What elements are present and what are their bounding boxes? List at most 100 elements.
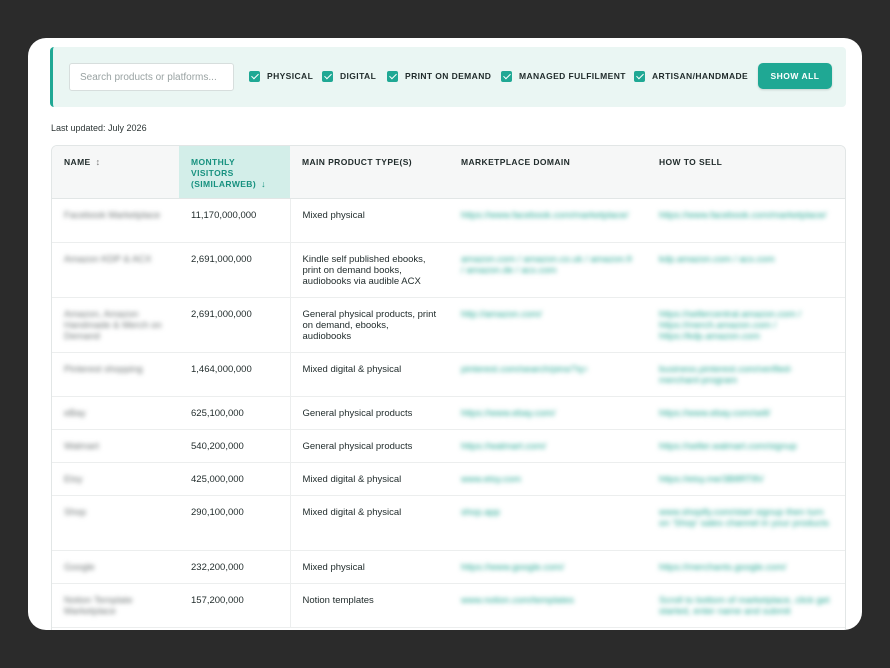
table-row: Amazon KDP & ACX 2,691,000,000 Kindle se… bbox=[52, 242, 845, 298]
filter-label: DIGITAL bbox=[340, 71, 377, 81]
platform-name: eBay bbox=[64, 407, 86, 419]
cell-how-to-sell: www.shopify.com/start signup then turn o… bbox=[647, 495, 845, 551]
checkbox-checked-icon[interactable] bbox=[249, 70, 260, 82]
column-header-name[interactable]: NAME ↕ bbox=[52, 146, 179, 199]
how-to-sell-link[interactable]: https://seller.walmart.com/signup bbox=[659, 441, 797, 452]
domain-link[interactable]: www.notion.com/templates bbox=[461, 595, 574, 606]
table-row: Notion Template Marketplace 157,200,000 … bbox=[52, 583, 845, 628]
filter-physical-checkbox[interactable]: PHYSICAL bbox=[249, 69, 313, 83]
cell-domain: www.notion.com/templates bbox=[449, 583, 647, 628]
marketplace-table: NAME ↕ MONTHLY VISITORS (SIMILARWEB) ↓ MAI… bbox=[51, 145, 846, 630]
sort-descending-icon[interactable]: ↓ bbox=[261, 179, 266, 189]
domain-link[interactable]: https://www.ebay.com/ bbox=[461, 408, 555, 419]
cell-domain: https://www.ebay.com/ bbox=[449, 396, 647, 430]
cell-how-to-sell: https://www.ebay.com/sell/ bbox=[647, 396, 845, 430]
platform-name: Facebook Marketplace bbox=[64, 209, 161, 221]
checkbox-checked-icon[interactable] bbox=[322, 70, 333, 82]
column-header-how-to-sell[interactable]: HOW TO SELL bbox=[647, 146, 845, 199]
cell-visitors: 2,691,000,000 bbox=[179, 297, 291, 353]
column-header-domain[interactable]: MARKETPLACE DOMAIN bbox=[449, 146, 647, 199]
how-to-sell-link[interactable]: Scroll to bottom of marketplace, click g… bbox=[659, 595, 830, 617]
platform-name: Amazon KDP & ACX bbox=[64, 253, 152, 265]
domain-link[interactable]: https://www.facebook.com/marketplace/ bbox=[461, 210, 628, 221]
cell-visitors: 540,200,000 bbox=[179, 429, 291, 463]
table-row: eBay 625,100,000 General physical produc… bbox=[52, 396, 845, 430]
checkbox-checked-icon[interactable] bbox=[634, 70, 645, 82]
last-updated-text: Last updated: July 2026 bbox=[51, 123, 147, 133]
column-header-label: HOW TO SELL bbox=[659, 157, 723, 167]
domain-link[interactable]: shop.app bbox=[461, 507, 500, 518]
cell-how-to-sell: business.pinterest.com/verified-merchant… bbox=[647, 352, 845, 397]
domain-link[interactable]: pinterest.com/search/pins/?q= bbox=[461, 364, 588, 375]
filter-label: ARTISAN/HANDMADE bbox=[652, 71, 749, 81]
cell-visitors: 157,200,000 bbox=[179, 583, 291, 628]
table-row: Pinterest shopping 1,464,000,000 Mixed d… bbox=[52, 352, 845, 397]
platform-name: Google bbox=[64, 561, 95, 573]
how-to-sell-link[interactable]: https://www.ebay.com/sell/ bbox=[659, 408, 770, 419]
cell-domain: www.etsy.com bbox=[449, 462, 647, 496]
cell-domain: http://amazon.com/ bbox=[449, 297, 647, 353]
how-to-sell-link[interactable]: https://www.facebook.com/marketplace/ bbox=[659, 210, 826, 221]
how-to-sell-link[interactable]: https://sellercentral.amazon.com / https… bbox=[659, 309, 801, 342]
column-header-label: MARKETPLACE DOMAIN bbox=[461, 157, 571, 167]
cell-domain: shop.app bbox=[449, 495, 647, 551]
cell-how-to-sell: https://www.facebook.com/marketplace/ bbox=[647, 198, 845, 243]
cell-name: Etsy bbox=[52, 462, 179, 496]
filter-label: MANAGED FULFILMENT bbox=[519, 71, 626, 81]
filter-bar: PHYSICAL DIGITAL PRINT ON DEMAND MANAGED… bbox=[50, 47, 846, 107]
main-card: PHYSICAL DIGITAL PRINT ON DEMAND MANAGED… bbox=[28, 38, 862, 630]
cell-name: eBay bbox=[52, 396, 179, 430]
cell-name: Shop bbox=[52, 495, 179, 551]
domain-link[interactable]: http://amazon.com/ bbox=[461, 309, 542, 320]
cell-domain: https://www.google.com/ bbox=[449, 550, 647, 584]
how-to-sell-link[interactable]: kdp.amazon.com / acx.com bbox=[659, 254, 775, 265]
filter-label: PRINT ON DEMAND bbox=[405, 71, 492, 81]
checkbox-checked-icon[interactable] bbox=[387, 70, 398, 82]
cell-domain: https://walmart.com/ bbox=[449, 429, 647, 463]
filter-digital-checkbox[interactable]: DIGITAL bbox=[322, 69, 376, 83]
cell-visitors: 290,100,000 bbox=[179, 495, 291, 551]
platform-name: Amazon, Amazon Handmade & Merch on Deman… bbox=[64, 308, 162, 342]
how-to-sell-link[interactable]: https://merchants.google.com/ bbox=[659, 562, 786, 573]
cell-name: Walmart bbox=[52, 429, 179, 463]
cell-how-to-sell: Scroll to bottom of marketplace, click g… bbox=[647, 583, 845, 628]
cell-how-to-sell: https://sellercentral.amazon.com / https… bbox=[647, 297, 845, 353]
domain-link[interactable]: https://walmart.com/ bbox=[461, 441, 546, 452]
cell-name: Facebook Marketplace bbox=[52, 198, 179, 243]
cell-name: Pinterest shopping bbox=[52, 352, 179, 397]
how-to-sell-link[interactable]: www.shopify.com/start signup then turn o… bbox=[659, 507, 829, 529]
table-row: Shop 290,100,000 Mixed digital & physica… bbox=[52, 495, 845, 551]
table-row: Facebook Marketplace 11,170,000,000 Mixe… bbox=[52, 198, 845, 243]
checkbox-checked-icon[interactable] bbox=[501, 70, 512, 82]
show-all-button[interactable]: SHOW ALL bbox=[758, 63, 832, 89]
filter-print-on-demand-checkbox[interactable]: PRINT ON DEMAND bbox=[387, 69, 491, 83]
table-row: Walmart 540,200,000 General physical pro… bbox=[52, 429, 845, 463]
cell-visitors: 1,464,000,000 bbox=[179, 352, 291, 397]
how-to-sell-link[interactable]: https://etsy.me/3B8RT8V bbox=[659, 474, 764, 485]
platform-name: Etsy bbox=[64, 473, 83, 485]
search-input[interactable] bbox=[69, 63, 234, 91]
platform-name: Notion Template Marketplace bbox=[64, 594, 133, 617]
cell-name: Amazon, Amazon Handmade & Merch on Deman… bbox=[52, 297, 179, 353]
cell-visitors: 11,170,000,000 bbox=[179, 198, 291, 243]
cell-product-type: General physical products bbox=[290, 429, 449, 463]
domain-link[interactable]: amazon.com / amazon.co.uk / amazon.fr / … bbox=[461, 254, 633, 276]
cell-visitors: 2,691,000,000 bbox=[179, 242, 291, 298]
cell-name: Amazon KDP & ACX bbox=[52, 242, 179, 298]
filter-managed-fulfilment-checkbox[interactable]: MANAGED FULFILMENT bbox=[501, 69, 626, 83]
cell-name: Notion Template Marketplace bbox=[52, 583, 179, 628]
domain-link[interactable]: https://www.google.com/ bbox=[461, 562, 564, 573]
platform-name: Pinterest shopping bbox=[64, 363, 143, 375]
filter-label: PHYSICAL bbox=[267, 71, 314, 81]
cell-product-type: General physical products bbox=[290, 396, 449, 430]
how-to-sell-link[interactable]: business.pinterest.com/verified-merchant… bbox=[659, 364, 793, 386]
cell-visitors: 232,200,000 bbox=[179, 550, 291, 584]
domain-link[interactable]: www.etsy.com bbox=[461, 474, 521, 485]
column-header-product-type[interactable]: MAIN PRODUCT TYPE(S) bbox=[290, 146, 449, 199]
filter-artisan-handmade-checkbox[interactable]: ARTISAN/HANDMADE bbox=[634, 69, 748, 83]
table-row: Etsy 425,000,000 Mixed digital & physica… bbox=[52, 462, 845, 496]
column-header-monthly-visitors[interactable]: MONTHLY VISITORS (SIMILARWEB) ↓ bbox=[179, 146, 290, 199]
sort-toggle-icon[interactable]: ↕ bbox=[96, 157, 101, 167]
cell-visitors: 625,100,000 bbox=[179, 396, 291, 430]
table-header-row: NAME ↕ MONTHLY VISITORS (SIMILARWEB) ↓ MAI… bbox=[52, 146, 845, 199]
